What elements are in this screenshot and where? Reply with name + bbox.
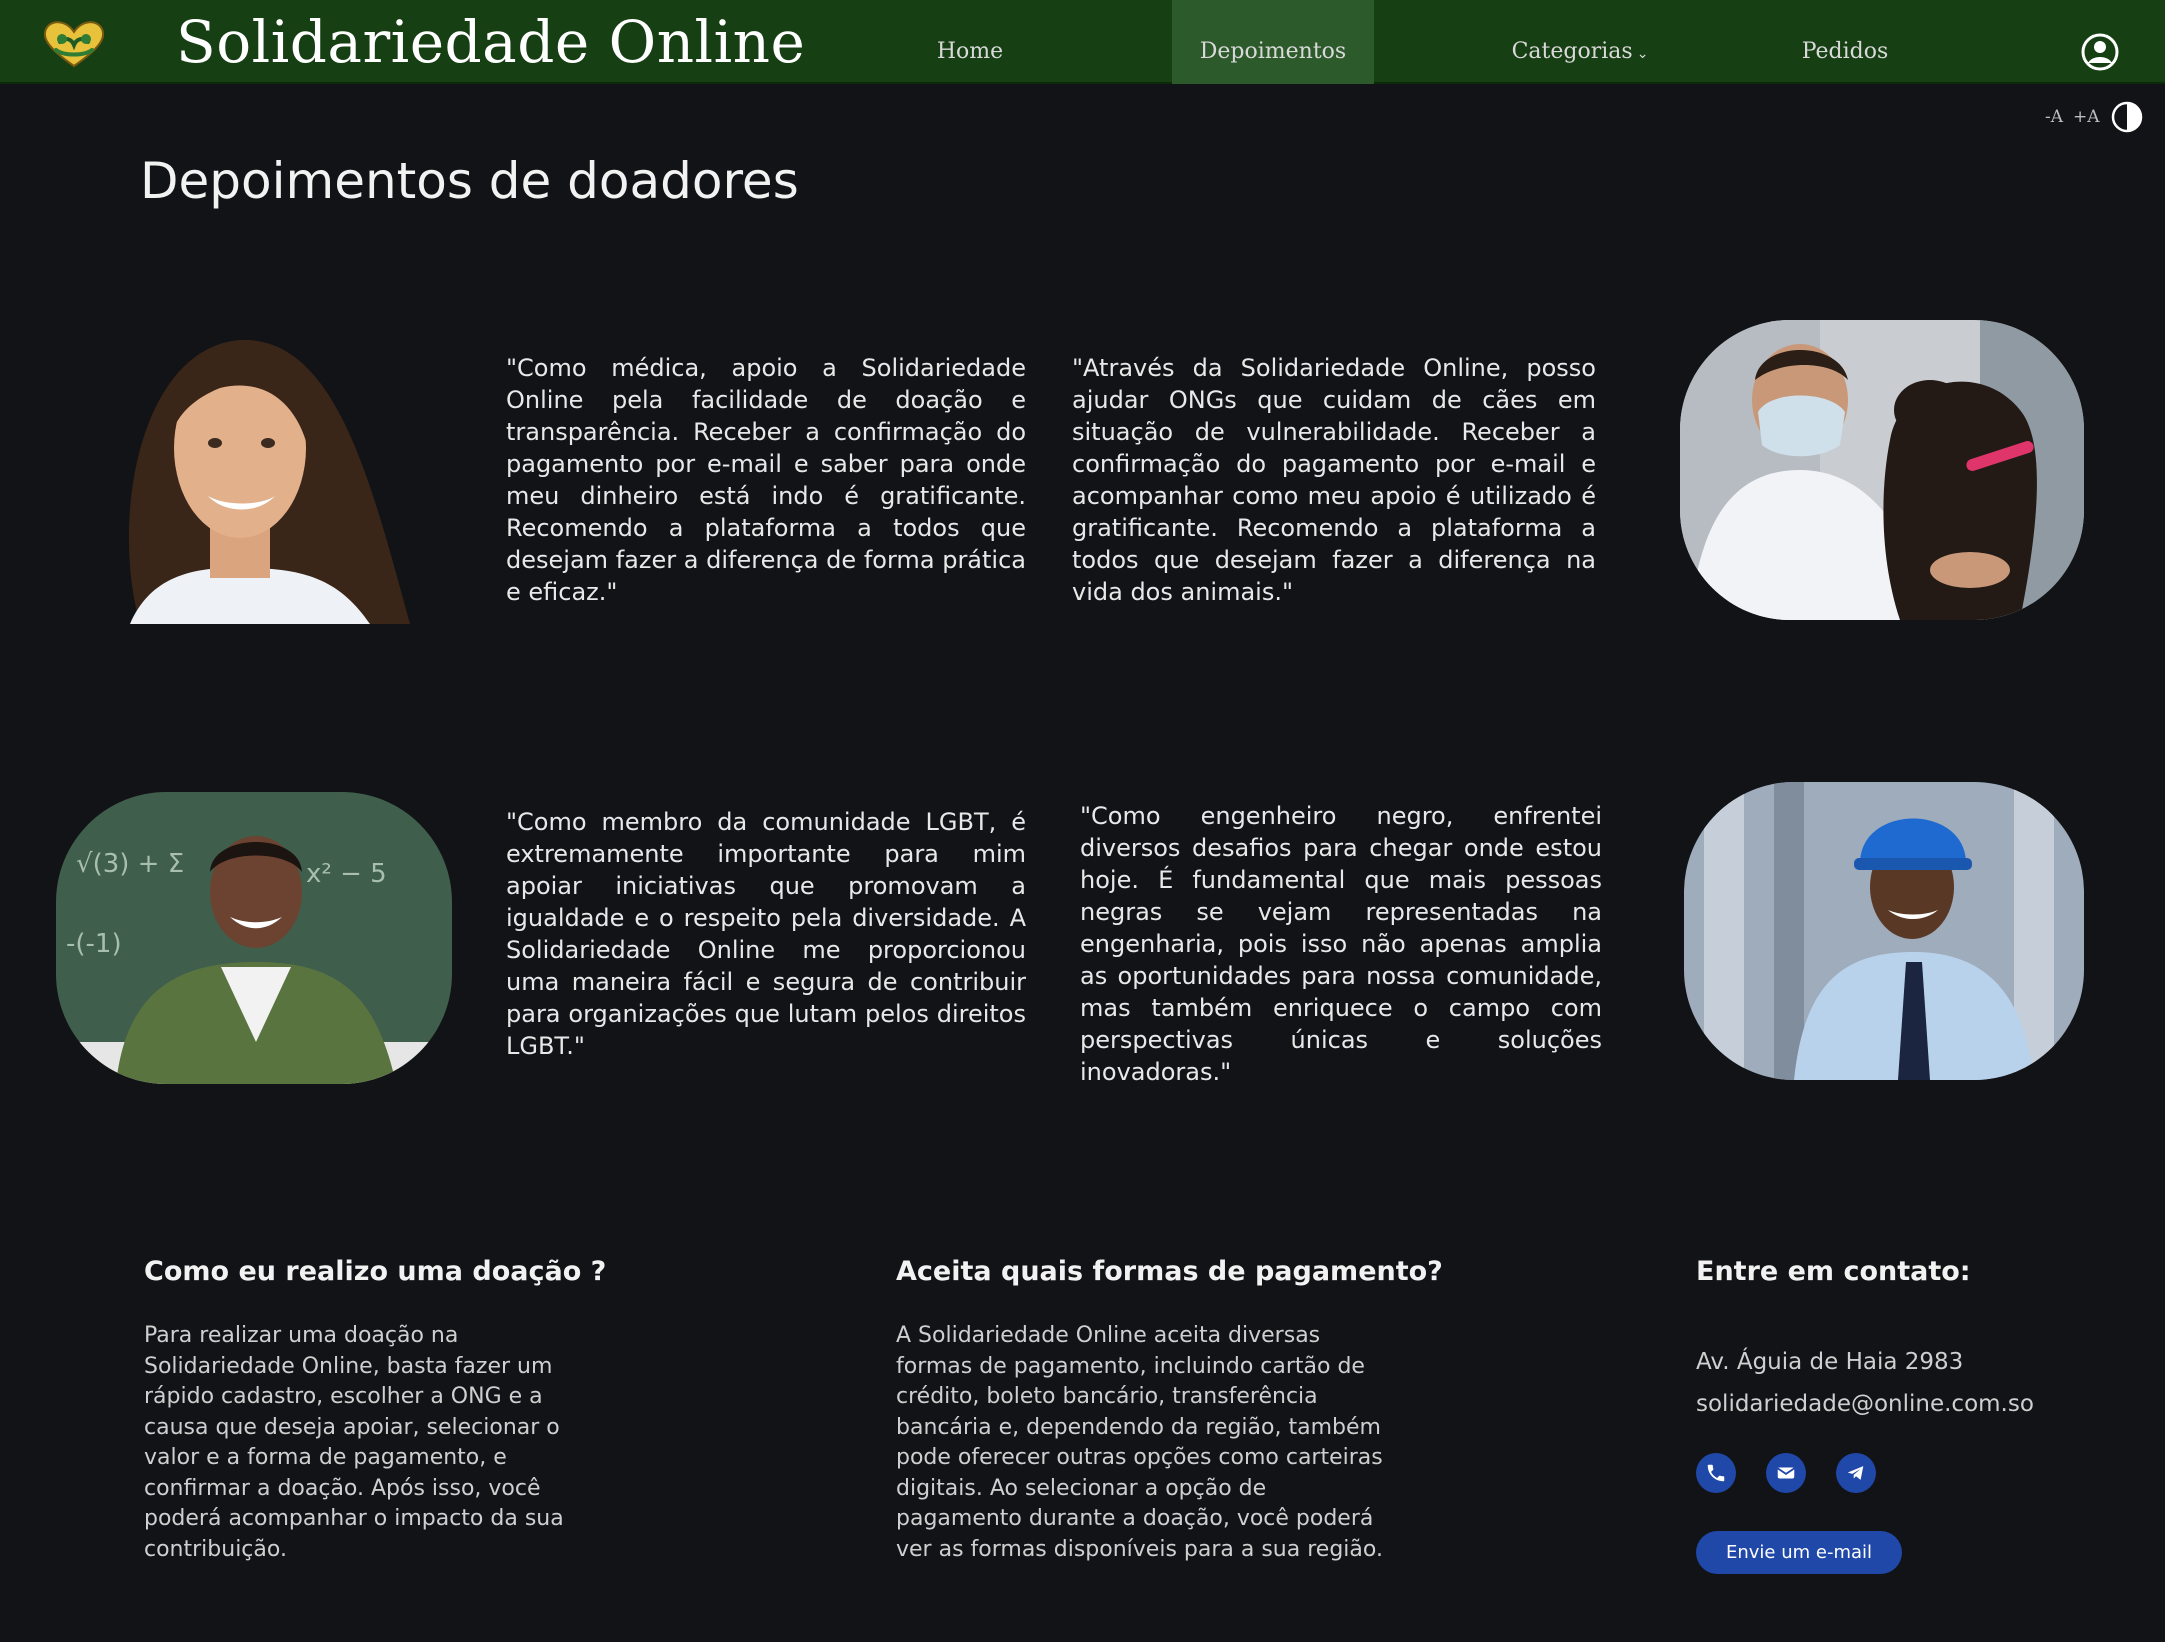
svg-text:x² − 5: x² − 5 [306,859,387,889]
nav-categorias[interactable]: Categorias ⌄ [1480,0,1680,84]
testimonial-quote-lgbt: "Como membro da comunidade LGBT, é extre… [506,808,1026,1060]
decrease-font-button[interactable]: -A [2045,107,2063,127]
increase-font-button[interactable]: +A [2073,107,2100,127]
payment-methods-text: A Solidariedade Online aceita diversas f… [896,1323,1383,1562]
teacher-man-photo: √(3) + Σ x² − 5 -(-1) [56,792,452,1084]
testimonial-quote-vet: "Através da Solidariedade Online, posso … [1072,354,1596,606]
how-to-donate-text: Para realizar uma doação na Solidariedad… [144,1323,564,1562]
nav-home-label: Home [936,39,1004,64]
nav-home[interactable]: Home [900,0,1040,84]
contrast-toggle-icon[interactable] [2110,100,2144,134]
svg-text:√(3) + Σ: √(3) + Σ [76,849,184,879]
payment-methods-title: Aceita quais formas de pagamento? [896,1256,1443,1287]
engineer-man-photo [1684,782,2084,1080]
contact-title: Entre em contato: [1696,1256,1971,1287]
accessibility-controls: -A +A [2045,100,2144,134]
testimonial-quote-doctor: "Como médica, apoio a Solidariedade Onli… [506,354,1026,606]
doctor-woman-photo [70,318,420,624]
nav-pedidos[interactable]: Pedidos [1775,0,1915,84]
footer-how-to-donate: Como eu realizo uma doação ? Para realiz… [144,1256,614,1565]
footer-contact: Entre em contato: Av. Águia de Haia 2983… [1696,1256,2136,1574]
svg-text:-(-1): -(-1) [66,929,122,959]
send-email-button[interactable]: Envie um e-mail [1696,1531,1903,1574]
contact-icons [1696,1453,2136,1493]
heart-hands-logo-icon[interactable] [38,18,110,70]
navbar: Solidariedade Online Home Depoimentos Ca… [0,0,2165,84]
nav-categorias-label: Categorias [1511,39,1633,64]
user-account-icon[interactable] [2080,32,2120,72]
brand-title[interactable]: Solidariedade Online [176,8,805,76]
nav-depoimentos[interactable]: Depoimentos [1172,0,1374,84]
vet-with-dog-photo [1680,320,2084,620]
nav-depoimentos-label: Depoimentos [1199,39,1347,64]
contact-address: Av. Águia de Haia 2983 [1696,1349,1964,1375]
mail-icon[interactable] [1766,1453,1806,1493]
contact-email[interactable]: solidariedade@online.com.so [1696,1383,2136,1425]
chevron-down-icon: ⌄ [1636,46,1649,62]
nav-pedidos-label: Pedidos [1801,39,1889,64]
phone-icon[interactable] [1696,1453,1736,1493]
footer-payment-methods: Aceita quais formas de pagamento? A Soli… [896,1256,1443,1565]
page-title: Depoimentos de doadores [140,152,799,210]
telegram-icon[interactable] [1836,1453,1876,1493]
testimonial-quote-engineer: "Como engenheiro negro, enfrentei divers… [1080,802,1602,1086]
how-to-donate-title: Como eu realizo uma doação ? [144,1256,607,1287]
